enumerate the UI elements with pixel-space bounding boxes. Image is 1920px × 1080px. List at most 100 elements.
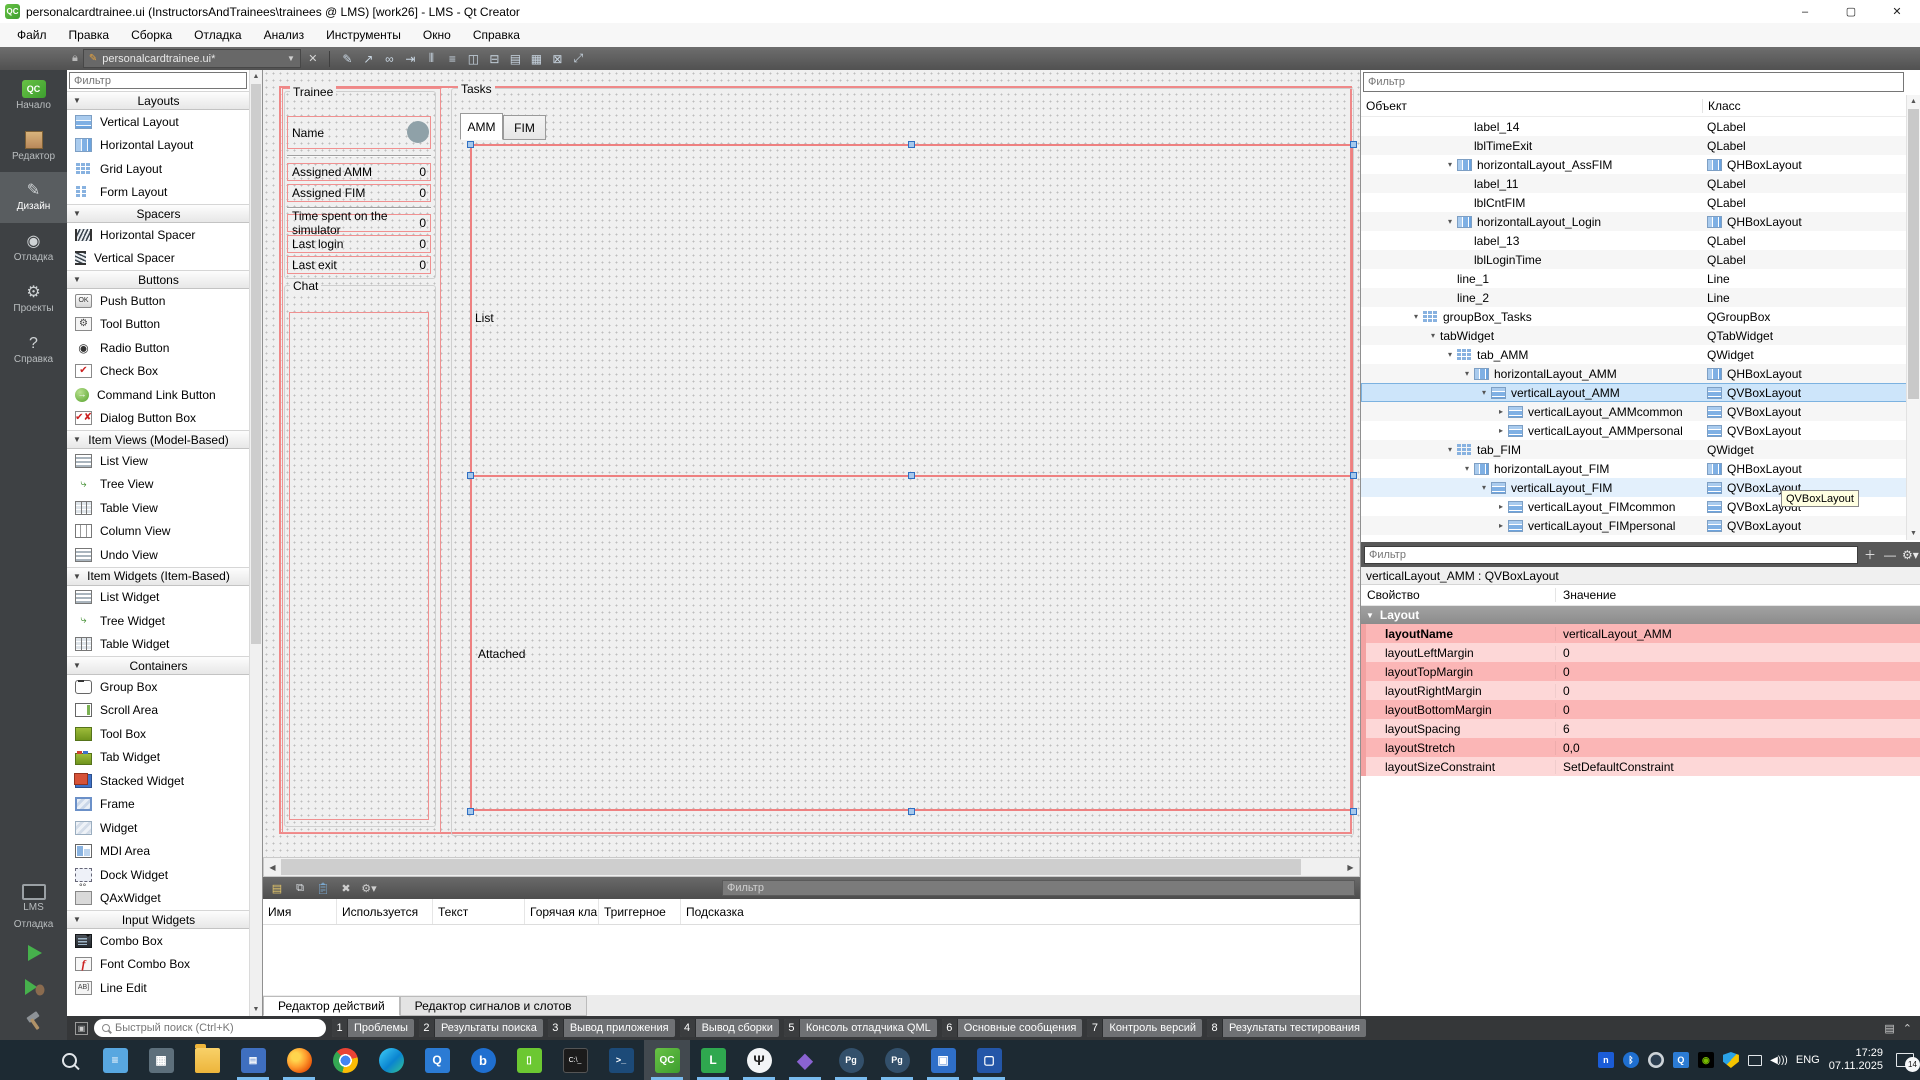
volume-icon[interactable]: ◀))) (1771, 1052, 1787, 1068)
widgetbox-item[interactable]: Widget (67, 816, 250, 840)
close-document-button[interactable]: ✕ (304, 52, 322, 65)
configure-properties-icon[interactable]: ⚙▾ (1902, 548, 1918, 562)
design-canvas[interactable]: Trainee Name Assigned AMM0Assigned FIM0 … (263, 70, 1360, 857)
selection-handle[interactable] (908, 141, 915, 148)
tab-amm[interactable]: AMM (460, 113, 503, 140)
trainee-stat-row[interactable]: Assigned FIM0 (287, 184, 431, 202)
widgetbox-item[interactable]: Vertical Spacer (67, 247, 250, 271)
tab-fim[interactable]: FIM (503, 115, 546, 140)
chevron-down-icon[interactable]: ▾ (1477, 388, 1491, 397)
column-object[interactable]: Объект (1361, 99, 1702, 113)
selection-handle[interactable] (1350, 141, 1357, 148)
sidebar-mode-design[interactable]: ✎Дизайн (0, 172, 67, 223)
widgetbox-item[interactable]: Scroll Area (67, 699, 250, 723)
widgetbox-item[interactable]: ⤷Tree Widget (67, 609, 250, 633)
layout-grid-icon[interactable]: ▦ (526, 49, 547, 68)
tree-row[interactable]: label_11QLabel (1361, 174, 1907, 193)
badge-n-icon[interactable]: n (1598, 1052, 1614, 1068)
menu-item-2[interactable]: Сборка (120, 24, 183, 46)
mail-client-taskbar-button[interactable]: b (460, 1040, 506, 1080)
delete-action-icon[interactable]: ✖ (337, 880, 355, 897)
tree-row[interactable]: label_14QLabel (1361, 117, 1907, 136)
action-column-5[interactable]: Подсказка (681, 899, 1360, 924)
qt-tray-icon[interactable]: Q (1673, 1052, 1689, 1068)
network-icon[interactable] (1748, 1055, 1762, 1066)
file-explorer-taskbar-button[interactable] (184, 1040, 230, 1080)
database-tool-taskbar-button[interactable]: ▤ (230, 1040, 276, 1080)
add-property-icon[interactable]: ＋ (1862, 546, 1878, 563)
powershell-taskbar-button[interactable]: >_ (598, 1040, 644, 1080)
scrollbar-thumb[interactable] (281, 859, 1301, 875)
selection-handle[interactable] (1350, 472, 1357, 479)
widgetbox-section-0[interactable]: ▼Layouts (67, 91, 250, 110)
tree-row[interactable]: lblLoginTimeQLabel (1361, 250, 1907, 269)
widgetbox-item[interactable]: Form Layout (67, 181, 250, 205)
tree-row[interactable]: label_13QLabel (1361, 231, 1907, 250)
widgetbox-filter-input[interactable] (69, 72, 247, 89)
widgetbox-section-3[interactable]: ▼Item Views (Model-Based) (67, 430, 250, 449)
column-class[interactable]: Класс (1702, 99, 1907, 113)
tree-row[interactable]: ▾tab_AMMQWidget (1361, 345, 1907, 364)
fork-git-taskbar-button[interactable]: Ψ (736, 1040, 782, 1080)
document-tab[interactable]: ✎ personalcardtrainee.ui* ▼ (83, 49, 301, 68)
trainee-time-row[interactable]: Time spent on the simulator0 (287, 214, 431, 232)
chevron-right-icon[interactable]: ▸ (1494, 426, 1508, 435)
trainee-stat-row[interactable]: Assigned AMM0 (287, 163, 431, 181)
menu-item-0[interactable]: Файл (6, 24, 58, 46)
widgetbox-section-1[interactable]: ▼Spacers (67, 204, 250, 223)
widgetbox-item[interactable]: OKPush Button (67, 289, 250, 313)
kit-selector[interactable]: LMS (22, 884, 46, 913)
action-column-3[interactable]: Горячая клавиши (525, 899, 599, 924)
copy-action-icon[interactable]: ⧉ (291, 880, 309, 897)
chevron-down-icon[interactable]: ▾ (1443, 217, 1457, 226)
object-tree-filter-input[interactable] (1363, 72, 1904, 92)
tree-row[interactable]: lblCntFIMQLabel (1361, 193, 1907, 212)
widgetbox-item[interactable]: Stacked Widget (67, 769, 250, 793)
close-button[interactable]: ✕ (1874, 0, 1920, 23)
quick-search-box[interactable]: Быстрый поиск (Ctrl+K) (94, 1019, 326, 1037)
property-row[interactable]: layoutRightMargin0 (1361, 681, 1920, 700)
widgetbox-section-4[interactable]: ▼Item Widgets (Item-Based) (67, 567, 250, 586)
action-column-2[interactable]: Текст (433, 899, 525, 924)
new-action-icon[interactable]: ▤ (268, 880, 286, 897)
scroll-right-icon[interactable]: ▶ (1342, 858, 1359, 876)
output-panel-button-8[interactable]: 8Результаты тестирования (1207, 1019, 1366, 1037)
purple-app-taskbar-button[interactable]: ◆ (782, 1040, 828, 1080)
widgetbox-item[interactable]: List View (67, 449, 250, 473)
chrome-taskbar-button[interactable] (322, 1040, 368, 1080)
output-panel-button-3[interactable]: 3Вывод приложения (548, 1019, 675, 1037)
minimize-button[interactable]: – (1782, 0, 1828, 23)
widgetbox-item[interactable]: QAxWidget (67, 887, 250, 911)
tree-row[interactable]: ▾tab_FIMQWidget (1361, 440, 1907, 459)
chevron-down-icon[interactable]: ▾ (1443, 350, 1457, 359)
scroll-up-icon[interactable]: ▲ (250, 70, 262, 83)
output-panel-button-6[interactable]: 6Основные сообщения (942, 1019, 1083, 1037)
canvas-hscrollbar[interactable]: ◀ ▶ (263, 857, 1360, 877)
widgetbox-item[interactable]: ⤷Tree View (67, 473, 250, 497)
remote-desktop-taskbar-button[interactable]: ▣ (920, 1040, 966, 1080)
sticky-notes-taskbar-button[interactable]: ≡ (92, 1040, 138, 1080)
widgetbox-item[interactable]: Tool Box (67, 722, 250, 746)
widgetbox-item[interactable]: MDI Area (67, 840, 250, 864)
chevron-down-icon[interactable]: ▾ (1409, 312, 1423, 321)
paste-action-icon[interactable]: 📋︎ (314, 880, 332, 897)
selection-handle[interactable] (467, 808, 474, 815)
android-emulator-taskbar-button[interactable]: ▯ (506, 1040, 552, 1080)
build-button[interactable] (17, 1006, 51, 1036)
tree-row[interactable]: ▾tabWidgetQTabWidget (1361, 326, 1907, 345)
nvidia-icon[interactable]: ◉ (1698, 1052, 1714, 1068)
chevron-down-icon[interactable]: ▾ (1460, 464, 1474, 473)
scroll-down-icon[interactable]: ▼ (250, 1003, 262, 1016)
widgetbox-item[interactable]: Undo View (67, 543, 250, 567)
tree-row[interactable]: line_2Line (1361, 288, 1907, 307)
widgetbox-item[interactable]: Tab Widget (67, 746, 250, 770)
chevron-right-icon[interactable]: ▸ (1494, 502, 1508, 511)
remove-property-icon[interactable]: — (1882, 548, 1898, 562)
trainee-time-row[interactable]: Last exit0 (287, 256, 431, 274)
sidebar-mode-projects[interactable]: ⚙Проекты (0, 274, 67, 325)
pgadmin-taskbar-button[interactable]: Pg (828, 1040, 874, 1080)
lms-app-taskbar-button[interactable]: L (690, 1040, 736, 1080)
selection-handle[interactable] (908, 808, 915, 815)
edit-widgets-icon[interactable]: ✎ (337, 49, 358, 68)
widgetbox-item[interactable]: ⚙Tool Button (67, 313, 250, 337)
